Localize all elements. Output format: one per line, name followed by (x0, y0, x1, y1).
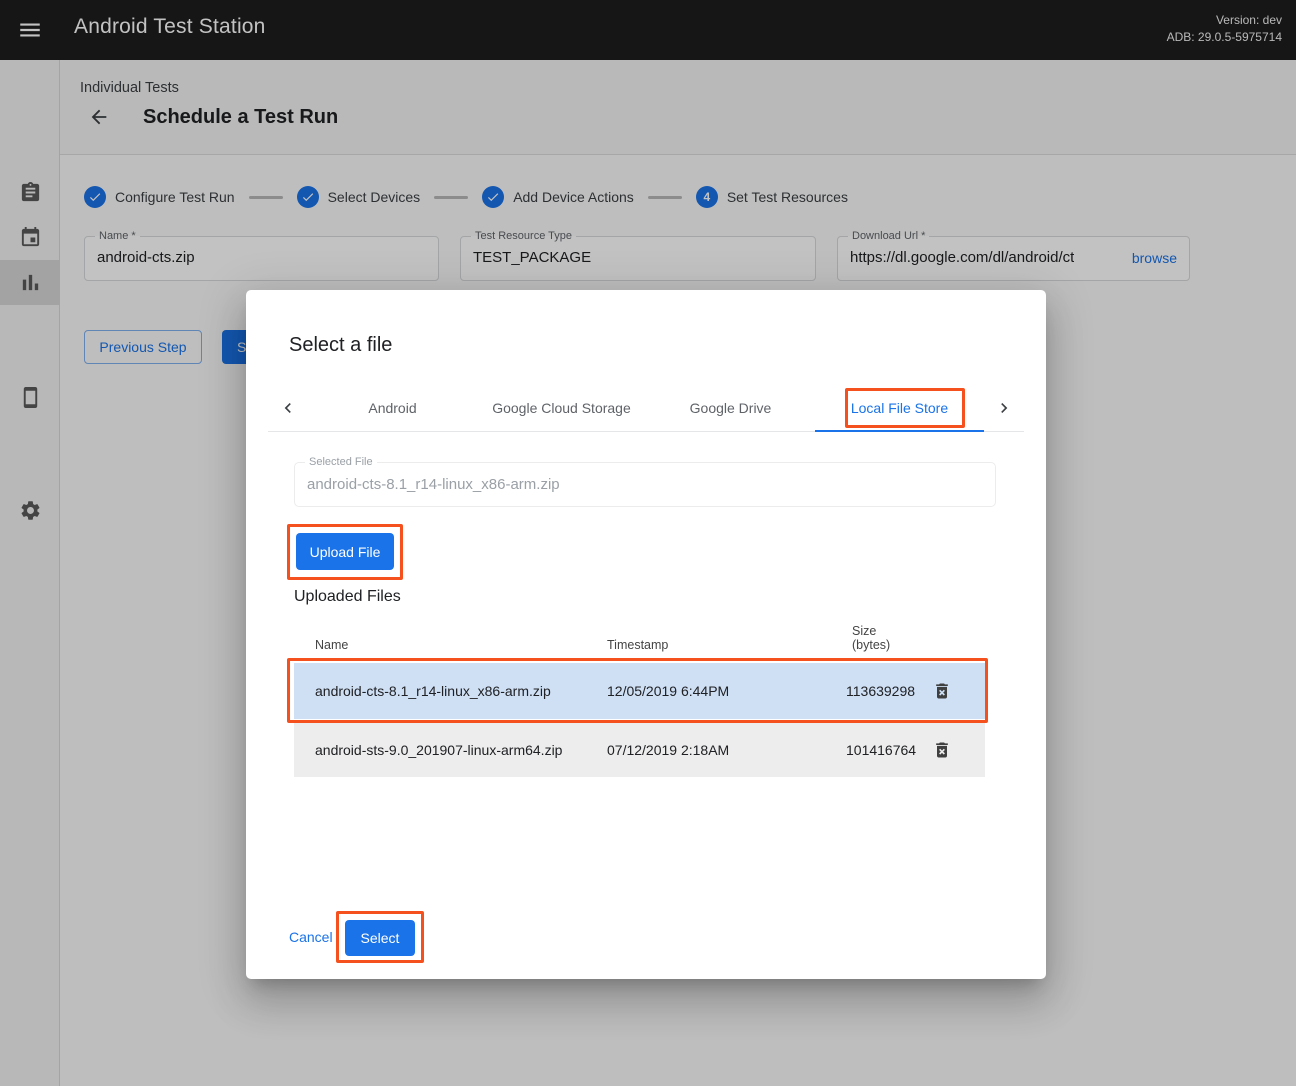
screen: Android Test Station Version: dev ADB: 2… (0, 0, 1296, 1086)
tab-google-cloud-storage[interactable]: Google Cloud Storage (477, 385, 646, 431)
selected-file-field[interactable]: Selected File android-cts-8.1_r14-linux_… (294, 462, 996, 507)
upload-file-button[interactable]: Upload File (296, 533, 394, 570)
tabs-scroll-right-button[interactable] (984, 385, 1024, 431)
column-header-timestamp: Timestamp (607, 638, 846, 652)
cell-name: android-cts-8.1_r14-linux_x86-arm.zip (315, 683, 607, 699)
selected-file-label: Selected File (305, 455, 377, 469)
tab-google-drive[interactable]: Google Drive (646, 385, 815, 431)
tab-local-file-store[interactable]: Local File Store (815, 385, 984, 431)
column-header-size: Size (bytes) (846, 624, 924, 652)
cell-size: 101416764 (846, 742, 924, 758)
trash-icon (932, 681, 952, 701)
table-row-cts-file[interactable]: android-cts-8.1_r14-linux_x86-arm.zip 12… (294, 663, 985, 719)
cell-name: android-sts-9.0_201907-linux-arm64.zip (315, 742, 607, 758)
cell-timestamp: 12/05/2019 6:44PM (607, 683, 846, 699)
chevron-right-icon (994, 398, 1014, 418)
chevron-left-icon (278, 398, 298, 418)
cell-timestamp: 07/12/2019 2:18AM (607, 742, 846, 758)
table-header: Name Timestamp Size (bytes) (294, 610, 985, 660)
dialog-title: Select a file (289, 334, 392, 357)
table-row-sts-file[interactable]: android-sts-9.0_201907-linux-arm64.zip 0… (294, 723, 985, 777)
tab-android[interactable]: Android (308, 385, 477, 431)
trash-icon (932, 740, 952, 760)
column-header-name: Name (315, 638, 607, 652)
select-file-dialog: Select a file Android Google Cloud Stora… (246, 290, 1046, 979)
delete-file-button[interactable] (924, 732, 960, 768)
delete-file-button[interactable] (924, 673, 960, 709)
uploaded-files-heading: Uploaded Files (294, 588, 401, 606)
cancel-button[interactable]: Cancel (289, 929, 333, 945)
tab-bar: Android Google Cloud Storage Google Driv… (268, 385, 1024, 432)
cell-size: 113639298 (846, 683, 924, 699)
selected-file-value: android-cts-8.1_r14-linux_x86-arm.zip (307, 476, 560, 493)
select-button[interactable]: Select (345, 920, 415, 956)
tabs-scroll-left-button[interactable] (268, 385, 308, 431)
